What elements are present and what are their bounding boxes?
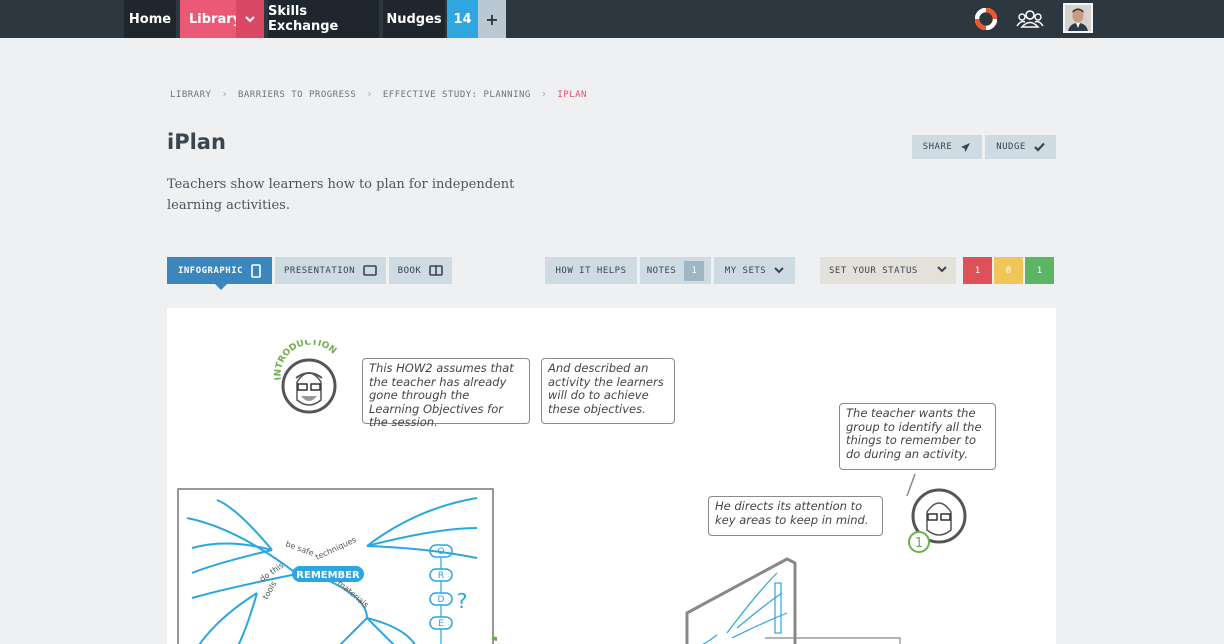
mind-map-diagram: REMEMBER be safe techniques do this tool… [177,488,497,644]
chevron-down-icon [774,267,784,274]
tab-book-label: BOOK [397,265,422,276]
order-letter: O [437,547,444,557]
chevron-right-icon: › [540,89,548,100]
book-icon [429,265,444,276]
notes-count-badge: 1 [684,260,705,281]
checkmark-icon [1034,142,1045,152]
people-icon[interactable] [1016,8,1044,30]
breadcrumb: LIBRARY › BARRIERS TO PROGRESS › EFFECTI… [170,89,587,100]
share-label: SHARE [922,142,953,152]
lifebuoy-icon[interactable] [975,8,997,30]
paper-plane-icon [961,142,971,152]
tab-presentation[interactable]: PRESENTATION [275,257,386,284]
how-it-helps-button[interactable]: HOW IT HELPS [545,257,637,284]
status-yellow-count[interactable]: 0 [994,257,1023,284]
top-navigation-bar: Home Library Skills Exchange Nudges 14 + [0,0,1224,38]
order-letter: E [438,619,444,629]
share-button[interactable]: SHARE [912,135,982,159]
set-status-dropdown[interactable]: SET YOUR STATUS [820,257,956,284]
tab-book[interactable]: BOOK [389,257,452,284]
screen-icon [363,265,377,276]
tab-infographic-label: INFOGRAPHIC [177,265,244,276]
whiteboard-illustration [685,557,901,644]
how-it-helps-label: HOW IT HELPS [555,265,627,276]
speech-bubble: And described an activity the learners w… [541,358,675,424]
speech-bubble: The teacher wants the group to identify … [839,403,996,470]
add-nudge-label: + [485,9,499,29]
my-sets-label: MY SETS [724,265,767,276]
breadcrumb-effective-study[interactable]: EFFECTIVE STUDY: PLANNING [383,90,531,100]
breadcrumb-barriers[interactable]: BARRIERS TO PROGRESS [238,90,356,100]
nudge-label: NUDGE [996,142,1026,152]
nav-skills-exchange[interactable]: Skills Exchange [268,0,379,38]
infographic-panel: INTRODUCTION This HOW2 assumes that the … [167,308,1056,644]
breadcrumb-current: IPLAN [557,89,587,100]
nav-nudges[interactable]: Nudges [383,0,445,38]
step-number: 1 [915,536,923,551]
speech-bubble: He directs its attention to key areas to… [708,496,883,536]
tab-infographic[interactable]: INFOGRAPHIC [167,257,272,290]
mindmap-center-label: REMEMBER [296,570,360,581]
order-letter: D [438,595,445,605]
teacher-portrait-icon: INTRODUCTION [273,340,338,414]
set-status-label: SET YOUR STATUS [829,265,918,276]
chevron-right-icon: › [366,89,373,100]
question-mark: ? [457,589,468,613]
user-avatar[interactable] [1063,3,1093,33]
my-sets-dropdown[interactable]: MY SETS [714,257,795,284]
teacher-portrait-icon: 1 [906,473,967,553]
status-red-count[interactable]: 1 [963,257,992,284]
chevron-down-icon [937,266,947,273]
nav-home[interactable]: Home [124,0,176,38]
tablet-icon [251,263,261,278]
nav-skills-label: Skills Exchange [268,4,339,34]
page-title: iPlan [167,130,226,154]
breadcrumb-library[interactable]: LIBRARY [170,90,211,100]
chevron-down-icon[interactable] [236,0,264,38]
nav-library[interactable]: Library [180,0,264,38]
add-nudge-button[interactable]: + [478,0,506,38]
notes-label: NOTES [646,265,677,276]
nudges-count-badge[interactable]: 14 [447,0,478,38]
nudge-button[interactable]: NUDGE [985,135,1056,159]
nav-nudges-label: Nudges [386,11,442,27]
nav-library-label: Library [189,11,242,27]
nav-home-label: Home [128,11,172,27]
page-description: Teachers show learners how to plan for i… [167,177,515,213]
speech-bubble: This HOW2 assumes that the teacher has a… [362,358,530,429]
nudges-count-label: 14 [453,11,472,27]
notes-button[interactable]: NOTES 1 [640,257,711,284]
status-green-count[interactable]: 1 [1025,257,1054,284]
order-letter: R [438,571,444,581]
tab-presentation-label: PRESENTATION [283,265,356,276]
chevron-right-icon: › [221,89,228,100]
